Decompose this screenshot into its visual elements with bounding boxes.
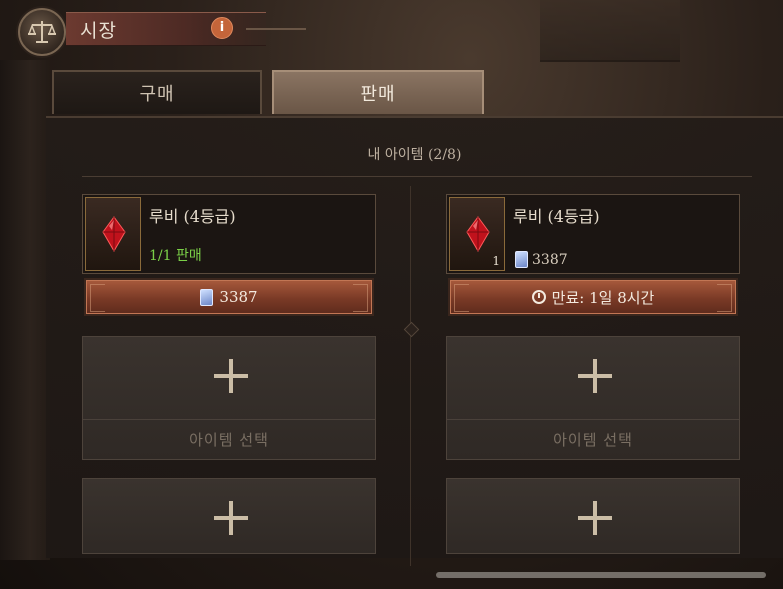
scales-icon (18, 8, 66, 56)
bar-ornament (90, 284, 105, 312)
select-item-label: 아이템 선택 (553, 431, 633, 449)
page-title: 시장 (80, 20, 117, 42)
tab-sell[interactable]: 판매 (272, 70, 484, 114)
crystal-currency-icon (515, 251, 528, 268)
horizontal-scrollbar[interactable] (436, 572, 766, 578)
plus-icon (578, 501, 612, 535)
tab-buy[interactable]: 구매 (52, 70, 262, 114)
divider-ornament (403, 321, 420, 338)
market-header: 시장 i (14, 6, 306, 56)
empty-slot[interactable] (82, 478, 376, 554)
plus-icon (214, 501, 248, 535)
item-thumbnail: 1 (449, 197, 505, 271)
plus-icon (578, 359, 612, 393)
empty-slot[interactable]: 아이템 선택 (82, 336, 376, 460)
listing-price: 3387 (515, 251, 568, 268)
ruby-gem-icon (102, 216, 126, 252)
item-quantity: 1 (492, 254, 500, 268)
title-ornament (246, 28, 306, 30)
listing-card[interactable]: 1 루비 (4등급) 3387 (446, 194, 740, 274)
expiry-button[interactable]: 만료: 1일 8시간 (448, 278, 738, 316)
crystal-currency-icon (200, 288, 214, 306)
listing-card[interactable]: 루비 (4등급) 1/1 판매 (82, 194, 376, 274)
expiry-time: 만료: 1일 8시간 (551, 288, 655, 307)
background-decor (540, 0, 680, 62)
sale-status: 1/1 판매 (149, 248, 202, 264)
empty-slot[interactable] (446, 478, 740, 554)
divider (82, 176, 752, 177)
column-divider (410, 186, 411, 566)
info-icon[interactable]: i (211, 17, 233, 39)
price-value: 3387 (532, 251, 568, 268)
plus-icon (214, 359, 248, 393)
bar-ornament (353, 284, 368, 312)
bar-ornament (454, 284, 469, 312)
item-thumbnail (85, 197, 141, 271)
empty-slot[interactable]: 아이템 선택 (446, 336, 740, 460)
my-items-panel: 내 아이템 (2/8) 루비 (4등급) 1/1 판매 3387 1 루비 (4… (46, 116, 783, 566)
bar-ornament (717, 284, 732, 312)
background-left (0, 60, 50, 560)
item-name: 루비 (4등급) (149, 207, 236, 226)
ruby-gem-icon (466, 216, 490, 252)
collect-button[interactable]: 3387 (84, 278, 374, 316)
divider (83, 419, 375, 420)
sale-price: 3387 (219, 288, 258, 306)
item-name: 루비 (4등급) (513, 207, 600, 226)
clock-icon (531, 290, 546, 304)
divider (447, 419, 739, 420)
select-item-label: 아이템 선택 (189, 431, 269, 449)
panel-title: 내 아이템 (2/8) (367, 147, 462, 163)
